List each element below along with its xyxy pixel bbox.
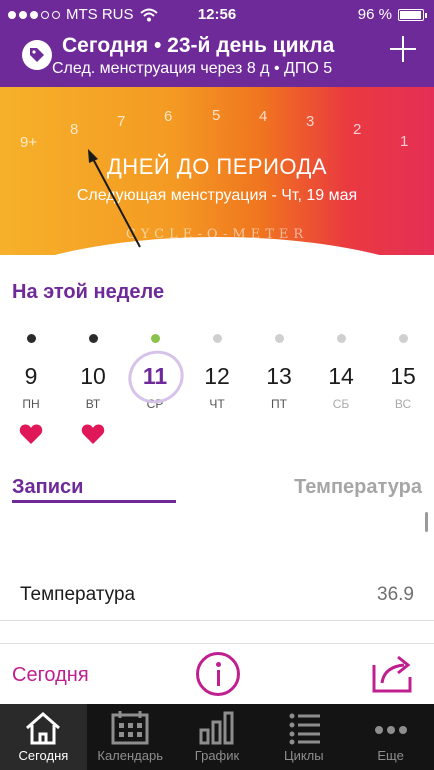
day-number: 9 [24,363,38,389]
record-label: Температура [20,584,136,605]
weekday-label: ВТ [85,397,101,411]
record-value: 36.9 [377,584,414,605]
day-cell[interactable]: 12 ЧТ [186,330,248,411]
chart-icon [199,711,234,745]
day-indicator-dot [88,334,98,343]
more-icon [374,726,407,734]
battery-percent: 96 % [357,6,392,23]
battery-icon [398,8,427,21]
list-icon [289,713,320,745]
tabbar-label: Сегодня [18,748,69,763]
week-strip: 9 ПН 10 ВТ 11 СР 12 ЧТ 13 ПТ 14 СБ 15 ВС [0,330,434,460]
day-cell[interactable]: 9 ПН [0,330,62,445]
page-title: Сегодня • 23-й день цикла [62,34,335,57]
heart-icon [19,424,43,444]
day-indicator-dot [212,334,222,343]
status-bar: MTS RUS 12:56 96 % [0,0,434,30]
day-cell[interactable]: 11 СР [124,330,186,411]
day-cell[interactable]: 15 ВС [372,330,434,411]
tabbar-label: Календарь [97,748,163,763]
scroll-indicator [425,512,428,532]
tabbar-item-chart[interactable]: График [174,704,261,770]
meter-needle [88,149,141,248]
tabbar-label: График [194,748,240,763]
tabbar-item-calendar[interactable]: Календарь [87,704,174,770]
tab-records[interactable]: Записи [12,476,83,499]
day-indicator-dot [26,334,36,343]
cycle-o-meter: 9+ 8 7 6 5 4 3 2 1 ДНЕЙ ДО ПЕРИОДА Следу… [0,87,434,255]
day-cell[interactable]: 13 ПТ [248,330,310,411]
tabbar-label: Еще [377,748,404,763]
add-button[interactable] [390,36,416,62]
day-number: 10 [80,363,106,389]
tabbar-item-today[interactable]: Сегодня [0,704,87,770]
day-indicator-dot [398,334,408,343]
week-title: На этой неделе [12,281,165,303]
tabbar-item-more[interactable]: Еще [347,704,434,770]
app-header: MTS RUS 12:56 96 % Сегодня • 23-й день ц… [0,0,434,87]
day-number: 15 [390,363,416,389]
weekday-label: ПН [22,397,40,411]
tabbar-label: Циклы [283,748,324,763]
battery-status: 96 % [357,6,427,23]
day-number: 11 [124,363,186,393]
day-indicator-dot [150,334,160,343]
page-subtitle: След. менструация через 8 д • ДПО 5 [52,60,333,77]
weekday-label: ВС [394,397,412,411]
info-icon[interactable] [196,652,240,696]
weekday-label: СБ [332,397,350,411]
tab-bar: Сегодня Календарь График Циклы Еще [0,704,434,770]
day-number: 13 [266,363,292,389]
day-indicator-dot [274,334,284,343]
day-indicator-dot [336,334,346,343]
day-cell[interactable]: 10 ВТ [62,330,124,445]
list-item[interactable]: Температура 36.9 [0,566,434,621]
day-number: 14 [328,363,354,389]
tabbar-item-cycles[interactable]: Циклы [260,704,347,770]
tab-temperature[interactable]: Температура [294,476,422,499]
home-icon [26,712,61,745]
heart-icon [81,424,105,444]
day-cell[interactable]: 14 СБ [310,330,372,411]
weekday-label: ЧТ [209,397,225,411]
tag-icon[interactable] [22,40,52,70]
action-bar: Сегодня [0,643,434,704]
share-icon[interactable] [370,653,414,695]
day-number: 12 [204,363,230,389]
calendar-icon [111,711,149,745]
today-button[interactable]: Сегодня [12,664,89,687]
active-tab-indicator [12,500,176,503]
weekday-label: ПТ [271,397,287,411]
